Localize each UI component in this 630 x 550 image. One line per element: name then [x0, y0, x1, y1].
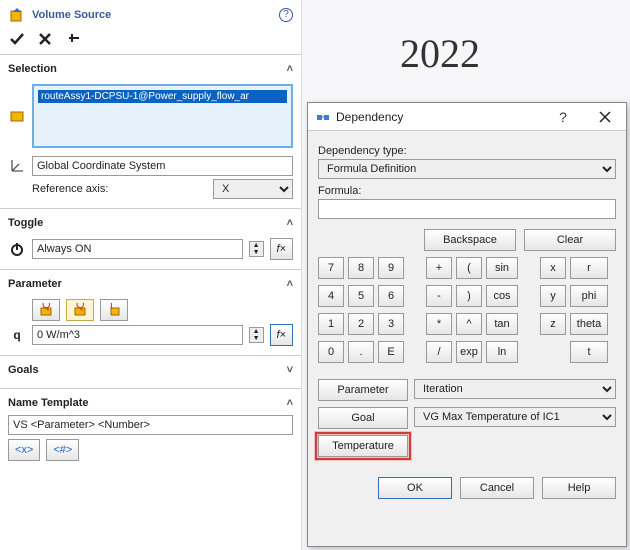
- svg-text:Q: Q: [42, 303, 51, 311]
- key-minus[interactable]: -: [426, 285, 452, 307]
- key-cos[interactable]: cos: [486, 285, 518, 307]
- key-e[interactable]: E: [378, 341, 404, 363]
- chevron-up-icon[interactable]: ˄: [287, 278, 293, 290]
- key-tan[interactable]: tan: [486, 313, 518, 335]
- calculator-keypad: 7 8 9 + ( sin x r 4 5 6 - ) cos y phi 1 …: [318, 257, 616, 365]
- key-exp[interactable]: exp: [456, 341, 482, 363]
- power-icon: [8, 240, 26, 258]
- chevron-down-icon[interactable]: ˅: [287, 364, 293, 376]
- svg-text:T: T: [108, 303, 115, 312]
- key-5[interactable]: 5: [348, 285, 374, 307]
- key-plus[interactable]: +: [426, 257, 452, 279]
- dialog-help-button[interactable]: ?: [542, 103, 584, 131]
- year-label: 2022: [400, 30, 480, 77]
- help-icon[interactable]: ?: [279, 8, 293, 22]
- dependency-icon: [314, 108, 332, 126]
- cs-icon: [8, 157, 26, 175]
- q-label: q: [8, 326, 26, 344]
- reference-axis-label: Reference axis:: [32, 183, 207, 195]
- body-icon: [8, 107, 26, 125]
- chevron-up-icon[interactable]: ˄: [287, 63, 293, 75]
- coordinate-system-field[interactable]: [32, 156, 293, 176]
- parameter-value-field[interactable]: [32, 325, 243, 345]
- toggle-fx-button[interactable]: f×: [270, 238, 294, 260]
- dialog-title: Dependency: [336, 110, 403, 124]
- selection-item[interactable]: routeAssy1-DCPSU-1@Power_supply_flow_ar: [38, 90, 287, 103]
- key-x[interactable]: x: [540, 257, 566, 279]
- parameter-select[interactable]: Iteration: [414, 379, 616, 399]
- key-3[interactable]: 3: [378, 313, 404, 335]
- key-z[interactable]: z: [540, 313, 566, 335]
- key-y[interactable]: y: [540, 285, 566, 307]
- help-button[interactable]: Help: [542, 477, 616, 499]
- parameter-heading: Parameter: [8, 278, 62, 290]
- ok-button[interactable]: OK: [378, 477, 452, 499]
- goal-select[interactable]: VG Max Temperature of IC1: [414, 407, 616, 427]
- dependency-type-select[interactable]: Formula Definition: [318, 159, 616, 179]
- key-lparen[interactable]: (: [456, 257, 482, 279]
- cancel-icon[interactable]: [36, 30, 54, 48]
- goal-insert-button[interactable]: Goal: [318, 407, 408, 429]
- parameter-fx-button[interactable]: f×: [270, 324, 294, 346]
- param-mode-2-button[interactable]: Q: [66, 299, 94, 321]
- key-dot[interactable]: .: [348, 341, 374, 363]
- dependency-type-label: Dependency type:: [318, 145, 616, 157]
- pin-icon[interactable]: [64, 30, 82, 48]
- ok-icon[interactable]: [8, 30, 26, 48]
- parameter-insert-button[interactable]: Parameter: [318, 379, 408, 401]
- key-9[interactable]: 9: [378, 257, 404, 279]
- key-7[interactable]: 7: [318, 257, 344, 279]
- toggle-stepper[interactable]: ▲▼: [249, 241, 264, 257]
- key-t[interactable]: t: [570, 341, 608, 363]
- key-2[interactable]: 2: [348, 313, 374, 335]
- reference-axis-select[interactable]: X: [213, 179, 293, 199]
- name-template-field[interactable]: [8, 415, 293, 435]
- insert-param-token-button[interactable]: <x>: [8, 439, 40, 461]
- key-phi[interactable]: phi: [570, 285, 608, 307]
- cancel-button[interactable]: Cancel: [460, 477, 534, 499]
- key-theta[interactable]: theta: [570, 313, 608, 335]
- toggle-heading: Toggle: [8, 217, 43, 229]
- parameter-stepper[interactable]: ▲▼: [249, 327, 264, 343]
- key-4[interactable]: 4: [318, 285, 344, 307]
- key-sin[interactable]: sin: [486, 257, 518, 279]
- svg-text:Q: Q: [76, 303, 85, 311]
- name-template-heading: Name Template: [8, 397, 89, 409]
- key-0[interactable]: 0: [318, 341, 344, 363]
- temperature-button[interactable]: Temperature: [318, 435, 408, 457]
- key-r[interactable]: r: [570, 257, 608, 279]
- dependency-dialog: Dependency ? Dependency type: Formula De…: [307, 102, 627, 547]
- insert-number-token-button[interactable]: <#>: [46, 439, 79, 461]
- key-8[interactable]: 8: [348, 257, 374, 279]
- selection-heading: Selection: [8, 63, 57, 75]
- goals-heading: Goals: [8, 364, 39, 376]
- param-mode-1-button[interactable]: Q: [32, 299, 60, 321]
- key-6[interactable]: 6: [378, 285, 404, 307]
- dialog-close-button[interactable]: [584, 103, 626, 131]
- selection-list[interactable]: routeAssy1-DCPSU-1@Power_supply_flow_ar: [32, 84, 293, 148]
- key-mul[interactable]: *: [426, 313, 452, 335]
- formula-input[interactable]: [318, 199, 616, 219]
- toggle-value-field[interactable]: [32, 239, 243, 259]
- key-div[interactable]: /: [426, 341, 452, 363]
- chevron-up-icon[interactable]: ˄: [287, 397, 293, 409]
- key-ln[interactable]: ln: [486, 341, 518, 363]
- key-pow[interactable]: ^: [456, 313, 482, 335]
- formula-label: Formula:: [318, 185, 616, 197]
- chevron-up-icon[interactable]: ˄: [287, 217, 293, 229]
- clear-button[interactable]: Clear: [524, 229, 616, 251]
- panel-title: Volume Source: [32, 9, 111, 21]
- volume-source-icon: [8, 6, 26, 24]
- param-mode-3-button[interactable]: T: [100, 299, 128, 321]
- backspace-button[interactable]: Backspace: [424, 229, 516, 251]
- key-rparen[interactable]: ): [456, 285, 482, 307]
- key-1[interactable]: 1: [318, 313, 344, 335]
